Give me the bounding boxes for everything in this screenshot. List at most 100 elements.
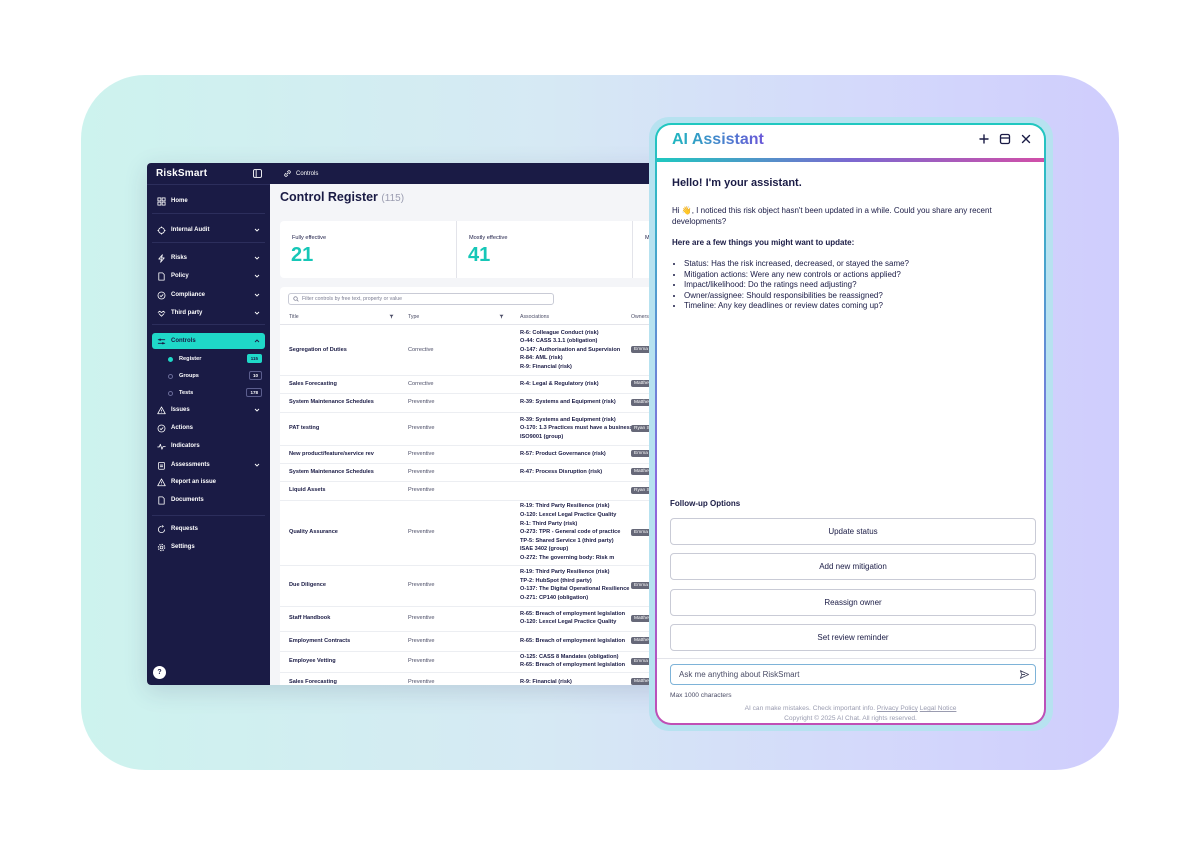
association-link[interactable]: O-170: 1.3 Practices must have a busines… bbox=[520, 424, 632, 433]
association-link[interactable]: R-4: Legal & Regulatory (risk) bbox=[520, 380, 632, 389]
cell-title[interactable]: Segregation of Duties bbox=[289, 347, 347, 353]
column-header-owners[interactable]: Owners bbox=[631, 314, 649, 320]
sub-nav-item-register[interactable]: Register 115 bbox=[168, 353, 262, 365]
sidebar-item-actions[interactable]: Actions bbox=[152, 420, 265, 436]
association-link[interactable]: O-272: The governing body: Risk m bbox=[520, 554, 632, 563]
column-header-associations[interactable]: Associations bbox=[520, 314, 625, 320]
chevron-down-icon[interactable] bbox=[253, 406, 261, 414]
association-link[interactable]: R-65: Breach of employment legislation bbox=[520, 661, 632, 670]
set-review-reminder-button[interactable]: Set review reminder bbox=[670, 624, 1036, 651]
stat-card[interactable]: Mostly effective 41 bbox=[456, 221, 633, 278]
update-status-button[interactable]: Update status bbox=[670, 518, 1036, 545]
close-icon[interactable] bbox=[1020, 133, 1032, 145]
association-link[interactable]: R-39: Systems and Equipment (risk) bbox=[520, 416, 632, 425]
chat-input[interactable]: Ask me anything about RiskSmart bbox=[670, 664, 1036, 685]
association-link[interactable]: O-120: Lexcel Legal Practice Quality bbox=[520, 511, 632, 520]
stat-card[interactable]: Fully effective 21 bbox=[280, 221, 456, 278]
sidebar-item-third-party[interactable]: Third party bbox=[152, 305, 265, 321]
association-link[interactable]: ISAE 3402 (group) bbox=[520, 545, 632, 554]
association-link[interactable]: O-120: Lexcel Legal Practice Quality bbox=[520, 618, 632, 627]
cell-title[interactable]: System Maintenance Schedules bbox=[289, 469, 374, 475]
column-header-type[interactable]: Type bbox=[408, 314, 508, 320]
sidebar-item-issues[interactable]: Issues bbox=[152, 402, 265, 418]
cell-title[interactable]: Staff Handbook bbox=[289, 615, 330, 621]
sub-nav-item-groups[interactable]: Groups 10 bbox=[168, 370, 262, 382]
association-link[interactable]: R-65: Breach of employment legislation bbox=[520, 610, 632, 619]
table-row[interactable]: System Maintenance Schedules Preventive R-… bbox=[280, 463, 677, 482]
table-row[interactable]: Due Diligence Preventive R-19: Third Party… bbox=[280, 565, 677, 607]
cell-title[interactable]: Quality Assurance bbox=[289, 529, 338, 535]
cell-title[interactable]: Sales Forecasting bbox=[289, 679, 337, 685]
table-row[interactable]: Employee Vetting Preventive O-125: CASS 8 … bbox=[280, 651, 677, 673]
breadcrumb[interactable]: Controls bbox=[296, 171, 318, 177]
chevron-down-icon[interactable] bbox=[253, 309, 261, 317]
filter-icon[interactable] bbox=[389, 314, 394, 321]
reassign-owner-button[interactable]: Reassign owner bbox=[670, 589, 1036, 616]
cell-title[interactable]: Liquid Assets bbox=[289, 487, 325, 493]
association-link[interactable]: R-84: AML (risk) bbox=[520, 354, 632, 363]
table-row[interactable]: Sales Forecasting Preventive R-9: Financia… bbox=[280, 672, 677, 685]
association-link[interactable]: O-137: The Digital Operational Resilienc… bbox=[520, 585, 632, 594]
cell-title[interactable]: Sales Forecasting bbox=[289, 381, 337, 387]
cell-title[interactable]: PAT testing bbox=[289, 425, 319, 431]
chevron-down-icon[interactable] bbox=[253, 461, 261, 469]
sidebar-item-requests[interactable]: Requests bbox=[152, 521, 265, 537]
cell-title[interactable]: Employment Contracts bbox=[289, 638, 350, 644]
association-link[interactable]: TP-2: HubSpot (third party) bbox=[520, 577, 632, 586]
table-row[interactable]: Employment Contracts Preventive R-65: Brea… bbox=[280, 631, 677, 652]
sidebar-item-policy[interactable]: Policy bbox=[152, 268, 265, 284]
sidebar-item-internal-audit[interactable]: Internal Audit bbox=[152, 222, 265, 238]
association-link[interactable]: ISO9001 (group) bbox=[520, 433, 632, 442]
table-row[interactable]: Sales Forecasting Corrective R-4: Legal & … bbox=[280, 375, 677, 394]
window-icon[interactable] bbox=[999, 133, 1011, 145]
chevron-down-icon[interactable] bbox=[253, 291, 261, 299]
table-row[interactable]: PAT testing Preventive R-39: Systems and E… bbox=[280, 412, 677, 446]
sidebar-item-home[interactable]: Home bbox=[152, 193, 265, 209]
sidebar-item-indicators[interactable]: Indicators bbox=[152, 438, 265, 454]
send-icon[interactable] bbox=[1019, 669, 1030, 680]
association-link[interactable]: O-273: TPR - General code of practice bbox=[520, 528, 632, 537]
sidebar-item-risks[interactable]: Risks bbox=[152, 250, 265, 266]
sidebar-item-report-an-issue[interactable]: Report an issue bbox=[152, 474, 265, 490]
sub-nav-item-tests[interactable]: Tests 178 bbox=[168, 387, 262, 399]
association-link[interactable]: R-19: Third Party Resilience (risk) bbox=[520, 568, 632, 577]
add-new-mitigation-button[interactable]: Add new mitigation bbox=[670, 553, 1036, 580]
association-link[interactable]: R-39: Systems and Equipment (risk) bbox=[520, 398, 632, 407]
chevron-down-icon[interactable] bbox=[253, 272, 261, 280]
association-link[interactable]: R-65: Breach of employment legislation bbox=[520, 637, 632, 646]
table-row[interactable]: Liquid Assets Preventive Ryan Sw bbox=[280, 481, 677, 501]
cell-title[interactable]: Employee Vetting bbox=[289, 658, 336, 664]
association-link[interactable]: R-9: Financial (risk) bbox=[520, 363, 632, 372]
association-link[interactable]: R-9: Financial (risk) bbox=[520, 678, 632, 685]
chevron-up-icon[interactable] bbox=[253, 337, 261, 345]
association-link[interactable]: R-6: Colleague Conduct (risk) bbox=[520, 329, 632, 338]
table-row[interactable]: Staff Handbook Preventive R-65: Breach of … bbox=[280, 606, 677, 632]
sidebar-item-controls[interactable]: Controls bbox=[152, 333, 265, 349]
table-row[interactable]: New product/feature/service rev Preventiv… bbox=[280, 445, 677, 464]
association-link[interactable]: R-1: Third Party (risk) bbox=[520, 520, 632, 529]
help-button[interactable]: ? bbox=[153, 666, 166, 679]
association-link[interactable]: R-47: Process Disruption (risk) bbox=[520, 468, 632, 477]
sidebar-item-compliance[interactable]: Compliance bbox=[152, 287, 265, 303]
filter-icon[interactable] bbox=[499, 314, 504, 321]
legal-notice-link[interactable]: Legal Notice bbox=[920, 705, 957, 712]
association-link[interactable]: R-57: Product Governance (risk) bbox=[520, 450, 632, 459]
cell-title[interactable]: Due Diligence bbox=[289, 582, 326, 588]
association-link[interactable]: O-147: Authorisation and Supervision bbox=[520, 346, 632, 355]
association-link[interactable]: O-271: CP140 (obligation) bbox=[520, 594, 632, 603]
privacy-policy-link[interactable]: Privacy Policy bbox=[877, 705, 918, 712]
association-link[interactable]: O-125: CASS 8 Mandates (obligation) bbox=[520, 653, 632, 662]
table-row[interactable]: Quality Assurance Preventive R-19: Third P… bbox=[280, 500, 677, 566]
cell-title[interactable]: New product/feature/service rev bbox=[289, 451, 374, 457]
cell-title[interactable]: System Maintenance Schedules bbox=[289, 399, 374, 405]
association-link[interactable]: O-44: CASS 3.1.1 (obligation) bbox=[520, 337, 632, 346]
chevron-down-icon[interactable] bbox=[253, 226, 261, 234]
sidebar-item-settings[interactable]: Settings bbox=[152, 539, 265, 555]
filter-input[interactable]: Filter controls by free text, property o… bbox=[288, 293, 554, 305]
sidebar-item-documents[interactable]: Documents bbox=[152, 492, 265, 508]
chevron-down-icon[interactable] bbox=[253, 254, 261, 262]
column-header-title[interactable]: Title bbox=[289, 314, 397, 320]
association-link[interactable]: TP-5: Shared Service 1 (third party) bbox=[520, 537, 632, 546]
plus-icon[interactable] bbox=[978, 133, 990, 145]
association-link[interactable]: R-19: Third Party Resilience (risk) bbox=[520, 502, 632, 511]
